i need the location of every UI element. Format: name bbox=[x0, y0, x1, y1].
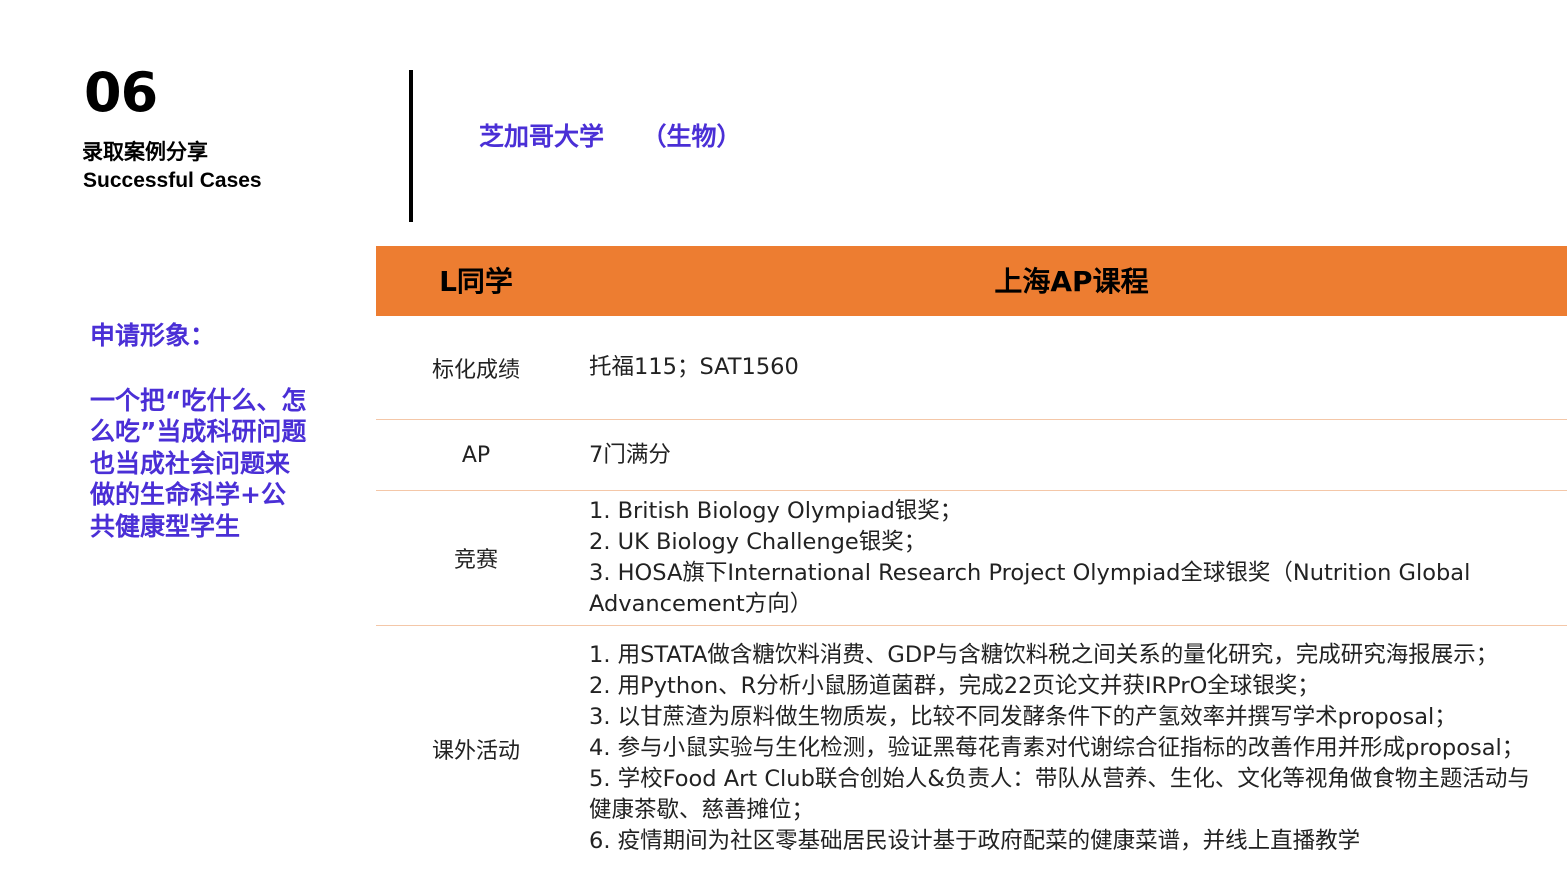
row-item: 7门满分 bbox=[589, 441, 671, 468]
table-row-test-scores: 标化成绩 托福115；SAT1560 bbox=[376, 316, 1567, 420]
table-row-activities: 课外活动 1. 用STATA做含糖饮料消费、GDP与含糖饮料税之间关系的量化研究… bbox=[376, 626, 1567, 871]
row-item: 3. 以甘蔗渣为原料做生物质炭，比较不同发酵条件下的产氢效率并撰写学术propo… bbox=[589, 704, 1457, 730]
row-content: 1. British Biology Olympiad银奖； 2. UK Bio… bbox=[589, 491, 1547, 625]
row-item: 2. 用Python、R分析小鼠肠道菌群，完成22页论文并获IRPrO全球银奖； bbox=[589, 673, 1320, 699]
student-name-header: L同学 bbox=[439, 265, 513, 298]
row-label: AP bbox=[461, 442, 491, 468]
section-title-english: Successful Cases bbox=[83, 169, 262, 192]
table-row-ap: AP 7门满分 bbox=[376, 420, 1567, 491]
row-content: 1. 用STATA做含糖饮料消费、GDP与含糖饮料税之间关系的量化研究，完成研究… bbox=[589, 626, 1547, 871]
program-header: 上海AP课程 bbox=[994, 265, 1149, 298]
table-row-competitions: 竞赛 1. British Biology Olympiad银奖； 2. UK … bbox=[376, 491, 1567, 626]
profile-description: 一个把“吃什么、怎么吃”当成科研问题也当成社会问题来做的生命科学+公共健康型学生 bbox=[90, 385, 307, 541]
table-header: L同学 上海AP课程 bbox=[376, 246, 1567, 316]
row-label: 竞赛 bbox=[453, 548, 498, 573]
row-item: 3. HOSA旗下International Research Project … bbox=[589, 560, 1471, 617]
row-label: 课外活动 bbox=[431, 738, 520, 764]
row-item: 4. 参与小鼠实验与生化检测，验证黑莓花青素对代谢综合征指标的改善作用并形成pr… bbox=[589, 735, 1525, 761]
applicant-profile: 申请形象： 一个把“吃什么、怎么吃”当成科研问题也当成社会问题来做的生命科学+公… bbox=[90, 320, 320, 542]
university-title: 芝加哥大学 （生物） bbox=[479, 122, 742, 151]
profile-heading: 申请形象： bbox=[90, 321, 216, 350]
row-content: 托福115；SAT1560 bbox=[589, 316, 1547, 419]
row-item: 6. 疫情期间为社区零基础居民设计基于政府配菜的健康菜谱，并线上直播教学 bbox=[589, 828, 1361, 854]
vertical-divider bbox=[409, 70, 413, 222]
row-item: 托福115；SAT1560 bbox=[589, 354, 799, 380]
row-item: 1. British Biology Olympiad银奖； bbox=[589, 498, 963, 524]
row-item: 1. 用STATA做含糖饮料消费、GDP与含糖饮料税之间关系的量化研究，完成研究… bbox=[589, 642, 1499, 668]
row-item: 2. UK Biology Challenge银奖； bbox=[589, 529, 927, 555]
section-title-chinese: 录取案例分享 bbox=[82, 140, 208, 164]
row-item: 5. 学校Food Art Club联合创始人&负责人：带队从营养、生化、文化等… bbox=[589, 766, 1530, 823]
row-label: 标化成绩 bbox=[431, 357, 520, 383]
row-content: 7门满分 bbox=[589, 420, 1547, 490]
section-number: 06 bbox=[84, 61, 158, 124]
